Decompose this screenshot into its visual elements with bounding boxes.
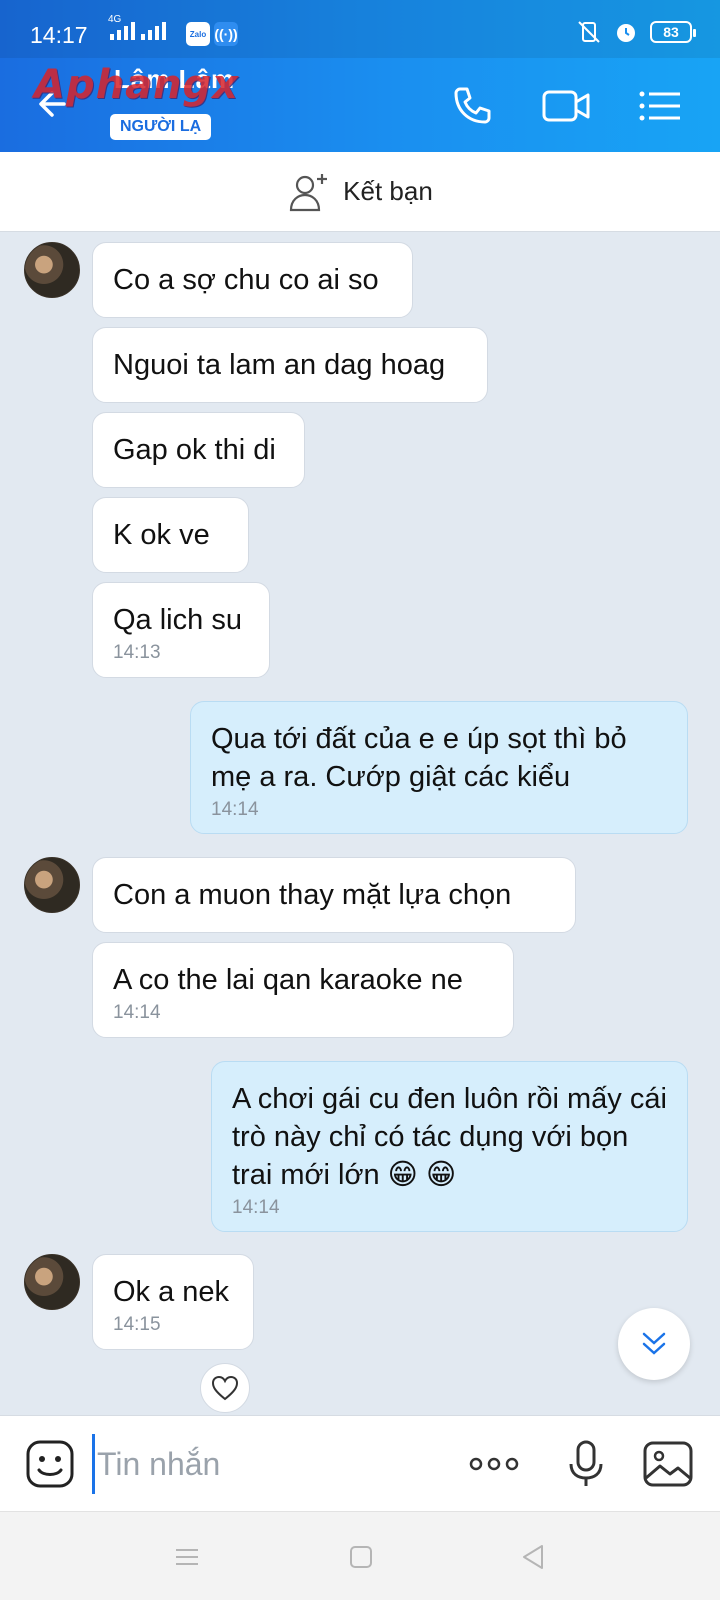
status-right-group: 83 (576, 20, 696, 44)
menu-list-icon[interactable] (634, 80, 686, 132)
add-friend-label: Kết bạn (343, 176, 433, 206)
message-time: 14:14 (113, 1002, 161, 1023)
double-chevron-down-icon (642, 1332, 666, 1355)
contact-info[interactable]: Aphangx Lâm Lâm NGƯỜI LẠ (34, 62, 238, 140)
message-bubble[interactable]: A co the lai qan karaoke ne 14:14 (92, 942, 514, 1038)
recent-apps-icon[interactable] (172, 1542, 202, 1572)
message-time: 14:13 (113, 642, 161, 663)
message-bubble-sent[interactable]: Qua tới đất của e e úp sọt thì bỏ mẹ a r… (190, 701, 688, 834)
home-icon[interactable] (346, 1542, 376, 1572)
status-time: 14:17 (30, 22, 88, 48)
video-call-icon[interactable] (540, 80, 592, 132)
signal-icon-2 (141, 20, 166, 40)
stranger-badge: NGƯỜI LẠ (110, 114, 212, 140)
message-composer (0, 1415, 720, 1511)
message-text: Ok a nek (113, 1276, 230, 1308)
back-icon[interactable] (518, 1542, 548, 1572)
status-bar: 14:17 4G Zalo ((·)) 83 (0, 0, 720, 58)
message-time: 14:15 (113, 1314, 161, 1335)
heart-icon (211, 1375, 239, 1401)
message-bubble-sent[interactable]: A chơi gái cu đen luôn rồi mấy cái trò n… (211, 1061, 688, 1232)
message-text: Gap ok thi di (113, 434, 276, 466)
message-text: Co a sợ chu co ai so (113, 264, 379, 296)
contact-name: Lâm Lâm (114, 64, 236, 94)
message-bubble[interactable]: Nguoi ta lam an dag hoag (92, 327, 488, 403)
scroll-to-bottom-button[interactable] (618, 1308, 690, 1380)
back-arrow-icon[interactable] (34, 82, 78, 126)
vibrate-off-icon (578, 21, 600, 43)
microphone-icon[interactable] (560, 1438, 612, 1490)
avatar[interactable] (24, 242, 80, 298)
message-bubble[interactable]: Con a muon thay mặt lựa chọn (92, 857, 576, 933)
add-friend-icon (290, 173, 328, 211)
message-time: 14:14 (211, 799, 259, 820)
message-bubble[interactable]: Co a sợ chu co ai so (92, 242, 413, 318)
react-heart-button[interactable] (200, 1363, 250, 1413)
message-text: K ok ve (113, 519, 210, 551)
message-bubble[interactable]: Gap ok thi di (92, 412, 305, 488)
message-bubble[interactable]: K ok ve (92, 497, 249, 573)
zalo-app-icon: Zalo (186, 22, 210, 46)
message-text: Qa lich su (113, 604, 242, 636)
message-text: Nguoi ta lam an dag hoag (113, 349, 446, 381)
avatar[interactable] (24, 857, 80, 913)
emoji-sticker-icon[interactable] (24, 1438, 76, 1490)
message-list[interactable]: Co a sợ chu co ai so Nguoi ta lam an dag… (0, 232, 720, 1415)
message-bubble[interactable]: Qa lich su 14:13 (92, 582, 270, 678)
hotspot-icon: ((·)) (214, 22, 238, 46)
battery-indicator: 83 (650, 21, 696, 43)
signal-icon: 4G (108, 14, 135, 40)
phone-icon[interactable] (446, 80, 498, 132)
message-time: 14:14 (232, 1197, 280, 1218)
chat-header: Aphangx Lâm Lâm NGƯỜI LẠ (0, 58, 720, 152)
message-text: A chơi gái cu đen luôn rồi mấy cái trò n… (232, 1083, 667, 1191)
image-gallery-icon[interactable] (642, 1438, 694, 1490)
network-indicator: 4G (108, 14, 166, 40)
network-type: 4G (108, 14, 122, 25)
avatar[interactable] (24, 1254, 80, 1310)
message-bubble[interactable]: Ok a nek 14:15 (92, 1254, 254, 1350)
system-navigation-bar (0, 1511, 720, 1600)
message-text: Con a muon thay mặt lựa chọn (113, 879, 512, 911)
alarm-icon (617, 24, 635, 42)
message-input[interactable] (92, 1434, 442, 1494)
more-options-icon[interactable] (466, 1438, 522, 1490)
message-text: A co the lai qan karaoke ne (113, 964, 463, 996)
message-text: Qua tới đất của e e úp sọt thì bỏ mẹ a r… (211, 723, 627, 793)
add-friend-button[interactable]: Kết bạn (0, 152, 720, 232)
